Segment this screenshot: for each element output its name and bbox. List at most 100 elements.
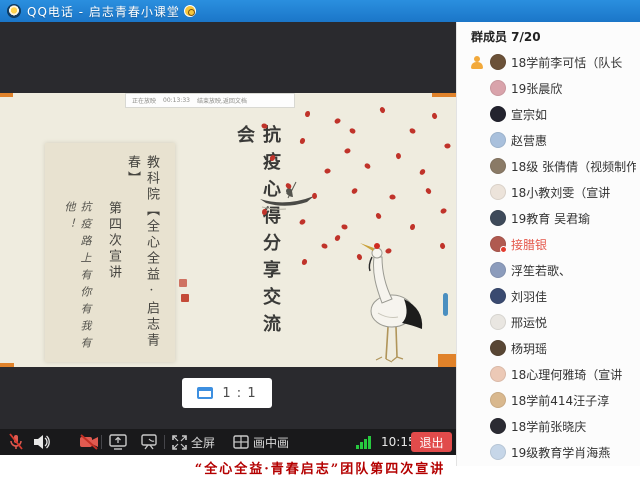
titlebar: QQ电话 - 启志青春小课堂 — [0, 0, 640, 22]
petal-icon — [302, 259, 308, 266]
slide-subtitle-session: 第四次宣讲 — [104, 201, 123, 351]
slide-left-card: 教科院【全心全益·启志青春】 第四次宣讲 抗疫路上有你有我有他！ — [45, 143, 175, 362]
member-row[interactable]: 19教育 吴君瑜 — [457, 205, 640, 231]
petal-icon — [261, 123, 267, 128]
members-panel: 群成员 7/20 18学前李可恬（队长 19张晨欣宣宗如赵营惠 18级 张倩倩（视频… — [456, 22, 640, 466]
screen-share-area: 正在放映 00:13:33 结束放映,返回文档 教科院【全心全益·启志青春】 第… — [0, 22, 456, 455]
member-row[interactable]: 赵营惠 — [457, 127, 640, 153]
petal-icon — [419, 168, 426, 176]
member-name: 宣宗如 — [511, 106, 547, 123]
presenter-status: 正在放映 — [132, 96, 156, 105]
member-row[interactable]: 浮笙若歌、 — [457, 257, 640, 283]
petal-icon — [375, 212, 383, 220]
avatar — [490, 418, 506, 434]
petal-icon — [300, 138, 306, 145]
petal-icon — [431, 112, 438, 120]
fullscreen-label: 全屏 — [191, 434, 215, 451]
scale-label: 1 : 1 — [222, 386, 256, 401]
member-name: 18小教刘雯（宣讲 — [511, 184, 610, 201]
petal-icon — [299, 218, 307, 226]
avatar — [490, 366, 506, 382]
member-name: 19教育 吴君瑜 — [511, 210, 590, 227]
members-header: 群成员 7/20 — [471, 28, 541, 45]
presenter-timer: 00:13:33 — [163, 97, 190, 104]
member-row[interactable]: 18心理何雅琦（宣讲 — [457, 361, 640, 387]
member-name: 杨玥瑶 — [511, 340, 547, 357]
member-row[interactable]: 接腊银 — [457, 231, 640, 257]
pip-button[interactable]: 画中画 — [233, 429, 289, 455]
avatar — [490, 262, 506, 278]
petal-icon — [324, 167, 332, 174]
mic-muted-button[interactable] — [8, 429, 24, 455]
petal-icon — [341, 224, 347, 229]
petal-icon — [439, 242, 446, 250]
slide-main-title: 抗疫心得分享交流会 — [231, 125, 283, 363]
speaking-badge — [500, 246, 507, 253]
avatar — [490, 288, 506, 304]
member-name: 18学前李可恬（队长 — [511, 54, 622, 71]
member-name: 18学前414汪子淳 — [511, 392, 609, 409]
avatar — [490, 236, 506, 252]
petal-icon — [305, 111, 310, 117]
petal-icon — [389, 194, 396, 200]
member-row[interactable]: 刘羽佳 — [457, 283, 640, 309]
member-row[interactable]: 邢运悦 — [457, 309, 640, 335]
avatar — [490, 184, 506, 200]
petal-icon — [395, 152, 402, 159]
petal-icon — [351, 187, 358, 195]
avatar — [490, 314, 506, 330]
fullscreen-icon — [172, 435, 187, 450]
end-show-button[interactable]: 结束放映,返回文档 — [197, 96, 247, 105]
petal-icon — [364, 163, 371, 170]
member-row[interactable]: 18级 张倩倩（视频制作组… — [457, 153, 640, 179]
fullscreen-button[interactable]: 全屏 — [172, 429, 215, 455]
leader-icon — [470, 55, 484, 69]
petal-icon — [444, 143, 451, 150]
petal-icon — [344, 147, 352, 155]
member-name: 刘羽佳 — [511, 288, 547, 305]
window-scale-icon — [197, 387, 213, 399]
member-row[interactable]: 18学前张晓庆 — [457, 413, 640, 439]
camera-off-button[interactable] — [79, 429, 99, 455]
clock-emoji-icon — [184, 5, 196, 17]
slide-corner-accent — [0, 93, 13, 97]
member-name: 18学前张晓庆 — [511, 418, 586, 435]
exit-call-button[interactable]: 退出 — [411, 432, 452, 452]
signal-strength-icon — [356, 429, 371, 455]
scale-1-1-button[interactable]: 1 : 1 — [182, 378, 272, 408]
pip-label: 画中画 — [253, 434, 289, 451]
member-row[interactable]: 宣宗如 — [457, 101, 640, 127]
red-seal-stamp — [181, 294, 189, 302]
screen-share-button[interactable] — [109, 429, 127, 455]
avatar — [490, 132, 506, 148]
petal-icon — [334, 117, 342, 125]
petal-icon — [334, 234, 341, 241]
presenter-toolbar[interactable]: 正在放映 00:13:33 结束放映,返回文档 — [125, 93, 295, 108]
petal-icon — [321, 243, 327, 249]
avatar — [490, 340, 506, 356]
pip-icon — [233, 435, 249, 449]
petal-icon — [379, 106, 387, 114]
member-row[interactable]: 18小教刘雯（宣讲 — [457, 179, 640, 205]
slide-subtitle-team: 教科院【全心全益·启志青春】 — [123, 155, 161, 355]
avatar — [490, 210, 506, 226]
slide-slogan: 抗疫路上有你有我有他！ — [61, 201, 93, 356]
member-name: 邢运悦 — [511, 314, 547, 331]
member-row[interactable]: 18学前414汪子淳 — [457, 387, 640, 413]
toolbar-divider — [164, 435, 165, 449]
speaker-button[interactable] — [33, 429, 51, 455]
avatar — [490, 80, 506, 96]
member-row[interactable]: 19张晨欣 — [457, 75, 640, 101]
qq-call-icon — [7, 4, 21, 18]
member-name: 接腊银 — [511, 236, 547, 253]
member-row[interactable]: 18学前李可恬（队长 — [457, 49, 640, 75]
toolbar-divider — [101, 435, 102, 449]
member-row[interactable]: 杨玥瑶 — [457, 335, 640, 361]
slide-corner-accent — [432, 93, 456, 97]
red-seal-stamp — [179, 279, 187, 287]
member-name: 18级 张倩倩（视频制作组… — [511, 158, 636, 175]
member-list: 18学前李可恬（队长 19张晨欣宣宗如赵营惠 18级 张倩倩（视频制作组… 18小教刘… — [457, 49, 640, 465]
call-toolbar: 全屏 画中画 10:15 退出 — [0, 429, 456, 455]
whiteboard-button[interactable] — [140, 429, 158, 455]
scrollbar-thumb[interactable] — [443, 293, 448, 316]
